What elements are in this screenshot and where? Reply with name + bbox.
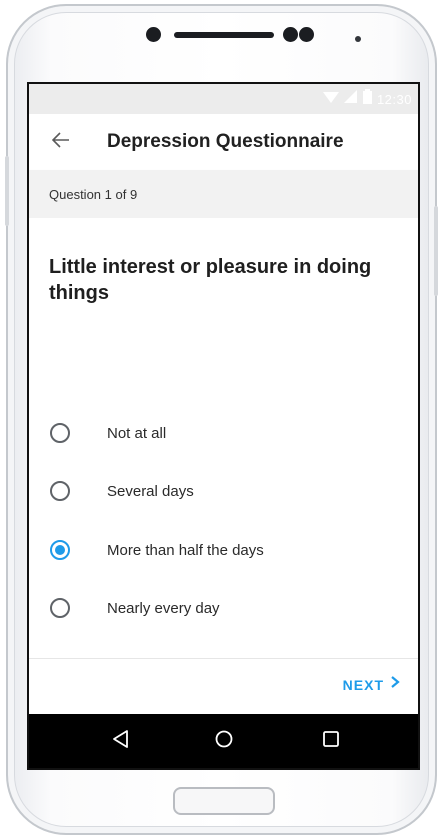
question-text: Little interest or pleasure in doing thi…	[49, 256, 372, 304]
radio-button[interactable]	[50, 598, 70, 618]
front-camera	[146, 27, 161, 42]
status-bar: 12:30	[29, 84, 418, 114]
nav-back-button[interactable]	[106, 727, 134, 755]
nav-home-button[interactable]	[210, 727, 238, 755]
arrow-left-icon	[51, 131, 70, 153]
battery-icon	[362, 89, 372, 109]
status-time: 12:30	[376, 91, 412, 107]
page-title: Depression Questionnaire	[107, 131, 344, 152]
radio-button-selected[interactable]	[50, 540, 70, 560]
proximity-sensor	[355, 36, 361, 42]
signal-icon	[343, 89, 358, 109]
radio-button[interactable]	[50, 423, 70, 443]
side-button-right	[434, 206, 438, 296]
footer-bar: NEXT	[29, 658, 418, 714]
wifi-icon	[322, 90, 339, 109]
recents-square-icon	[322, 730, 340, 753]
system-navigation-bar	[29, 714, 418, 768]
earpiece-speaker	[174, 32, 274, 38]
option-label: Several days	[107, 482, 194, 500]
next-button[interactable]: NEXT	[343, 675, 400, 694]
option-not-at-all[interactable]: Not at all	[29, 411, 418, 455]
chevron-right-icon	[390, 675, 400, 694]
app-bar: Depression Questionnaire	[29, 114, 418, 170]
question-content: Little interest or pleasure in doing thi…	[29, 218, 418, 658]
option-label: Nearly every day	[107, 599, 220, 617]
home-circle-icon	[214, 729, 234, 754]
option-more-than-half[interactable]: More than half the days	[29, 528, 418, 572]
back-triangle-icon	[111, 729, 129, 754]
option-label: More than half the days	[107, 541, 264, 559]
option-label: Not at all	[107, 424, 167, 442]
question-progress-text: Question 1 of 9	[49, 186, 138, 202]
phone-screen: 12:30 Depression Questionnaire Question …	[27, 82, 420, 770]
radio-button[interactable]	[50, 481, 70, 501]
side-button-left	[5, 156, 9, 226]
option-nearly-every-day[interactable]: Nearly every day	[29, 586, 418, 630]
nav-recents-button[interactable]	[317, 727, 345, 755]
physical-home-button[interactable]	[173, 787, 275, 815]
next-label: NEXT	[342, 676, 384, 693]
sensor-left	[283, 27, 298, 42]
question-progress-bar: Question 1 of 9	[29, 170, 418, 218]
option-several-days[interactable]: Several days	[29, 469, 418, 513]
back-button[interactable]	[33, 114, 89, 170]
sensor-right	[299, 27, 314, 42]
